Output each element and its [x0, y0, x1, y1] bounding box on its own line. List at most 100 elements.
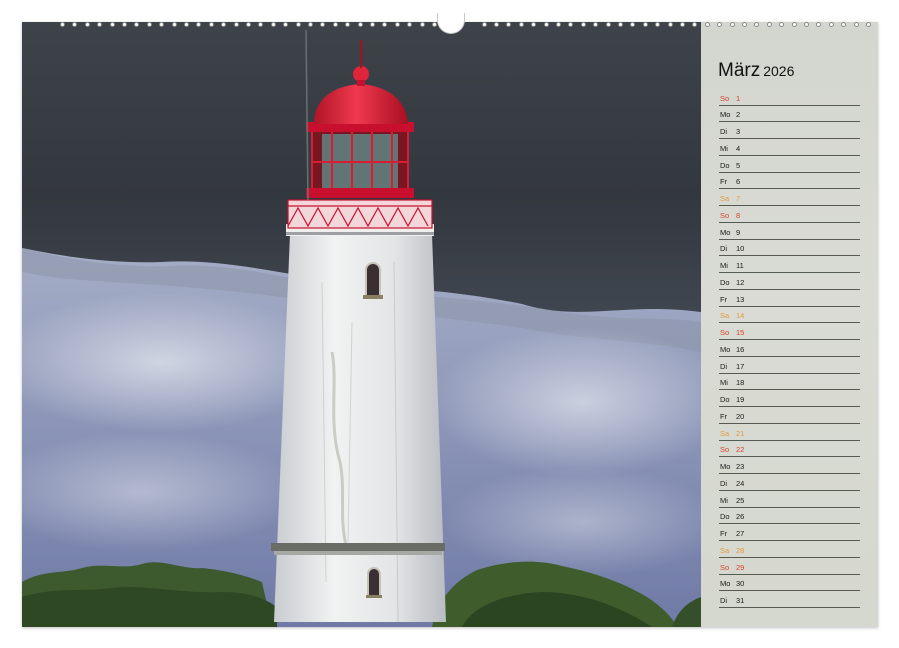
day-row: So22 [719, 441, 860, 458]
day-row: So8 [719, 206, 860, 223]
binding-ring [420, 22, 425, 27]
binding-ring [866, 22, 871, 27]
day-row: Do 26 [719, 508, 860, 525]
binding-ring [606, 22, 611, 27]
binding-ring [705, 22, 710, 27]
binding-ring [792, 22, 797, 27]
weekday-label: So [720, 211, 729, 220]
day-row: Di17 [719, 357, 860, 374]
weekday-label: Sa [720, 546, 729, 555]
binding-ring [506, 22, 511, 27]
day-number: 11 [736, 261, 744, 270]
binding-ring [680, 22, 685, 27]
binding-ring [730, 22, 735, 27]
weekday-label: Fr [720, 295, 727, 304]
weekday-label: So [720, 328, 729, 337]
binding-ring [568, 22, 573, 27]
day-row: Do5 [719, 156, 860, 173]
weekday-label: Sa [720, 429, 729, 438]
binding-ring [432, 22, 437, 27]
day-row: So1 [719, 89, 860, 106]
binding-ring [767, 22, 772, 27]
binding-ring [283, 22, 288, 27]
day-number: 17 [736, 362, 744, 371]
day-number: 16 [736, 345, 744, 354]
binding-ring [60, 22, 65, 27]
binding-ring [370, 22, 375, 27]
binding-ring [221, 22, 226, 27]
calendar-page: März2026 So1Mo2Di3Mi4Do5Fr6Sa7So8Mo9Di10… [22, 22, 878, 627]
day-number: 20 [736, 412, 744, 421]
binding-ring [234, 22, 239, 27]
binding-ring [134, 22, 139, 27]
binding-ring [345, 22, 350, 27]
day-row: Mo 16 [719, 340, 860, 357]
binding-ring [804, 22, 809, 27]
day-number: 19 [736, 395, 744, 404]
binding-ring [829, 22, 834, 27]
weekday-label: Fr [720, 529, 727, 538]
binding-ring [655, 22, 660, 27]
day-number: 27 [736, 529, 744, 538]
binding-ring [184, 22, 189, 27]
binding-ring [209, 22, 214, 27]
binding-ring [85, 22, 90, 27]
weekday-label: Do [720, 395, 730, 404]
binding-ring [482, 22, 487, 27]
binding-ring [841, 22, 846, 27]
day-number: 4 [736, 144, 740, 153]
binding-ring [581, 22, 586, 27]
binding-ring [854, 22, 859, 27]
weekday-label: Mo [720, 345, 730, 354]
binding-ring [97, 22, 102, 27]
day-number: 25 [736, 496, 744, 505]
weekday-label: Do [720, 512, 730, 521]
binding-ring [717, 22, 722, 27]
binding-ring [72, 22, 77, 27]
binding-ring [271, 22, 276, 27]
weekday-label: So [720, 94, 729, 103]
day-number: 22 [736, 445, 744, 454]
binding-ring [382, 22, 387, 27]
day-row: Mi18 [719, 374, 860, 391]
binding-ring [333, 22, 338, 27]
binding-ring [643, 22, 648, 27]
weekday-label: So [720, 563, 729, 572]
day-row: Di3 [719, 123, 860, 140]
weekday-label: Fr [720, 412, 727, 421]
day-row: Mi 25 [719, 491, 860, 508]
binding-ring [308, 22, 313, 27]
weekday-label: Mi [720, 261, 728, 270]
binding-ring [122, 22, 127, 27]
day-row: Fr6 [719, 173, 860, 190]
day-number: 31 [736, 596, 744, 605]
day-row: Mo30 [719, 575, 860, 592]
binding-ring [110, 22, 115, 27]
weekday-label: Mo [720, 110, 730, 119]
day-row: Fr 27 [719, 525, 860, 542]
binding-ring [172, 22, 177, 27]
lighthouse-photo [22, 22, 701, 627]
day-row: Mi 4 [719, 139, 860, 156]
weekday-label: Di [720, 479, 727, 488]
weekday-label: Di [720, 596, 727, 605]
day-row: Mi 11 [719, 257, 860, 274]
day-row: Mo9 [719, 223, 860, 240]
calendar-panel: März2026 So1Mo2Di3Mi4Do5Fr6Sa7So8Mo9Di10… [701, 22, 878, 627]
day-number: 23 [736, 462, 744, 471]
weekday-label: Mo [720, 228, 730, 237]
day-number: 13 [736, 295, 744, 304]
lighthouse-image [22, 22, 701, 627]
weekday-label: Mi [720, 144, 728, 153]
weekday-label: Mo [720, 579, 730, 588]
day-number: 26 [736, 512, 744, 521]
binding-ring [258, 22, 263, 27]
binding-ring [407, 22, 412, 27]
calendar-month: März [718, 60, 760, 81]
binding-ring [779, 22, 784, 27]
weekday-label: Mi [720, 496, 728, 505]
weekday-label: Mi [720, 378, 728, 387]
day-number: 10 [736, 244, 744, 253]
day-number: 24 [736, 479, 744, 488]
binding-ring [754, 22, 759, 27]
